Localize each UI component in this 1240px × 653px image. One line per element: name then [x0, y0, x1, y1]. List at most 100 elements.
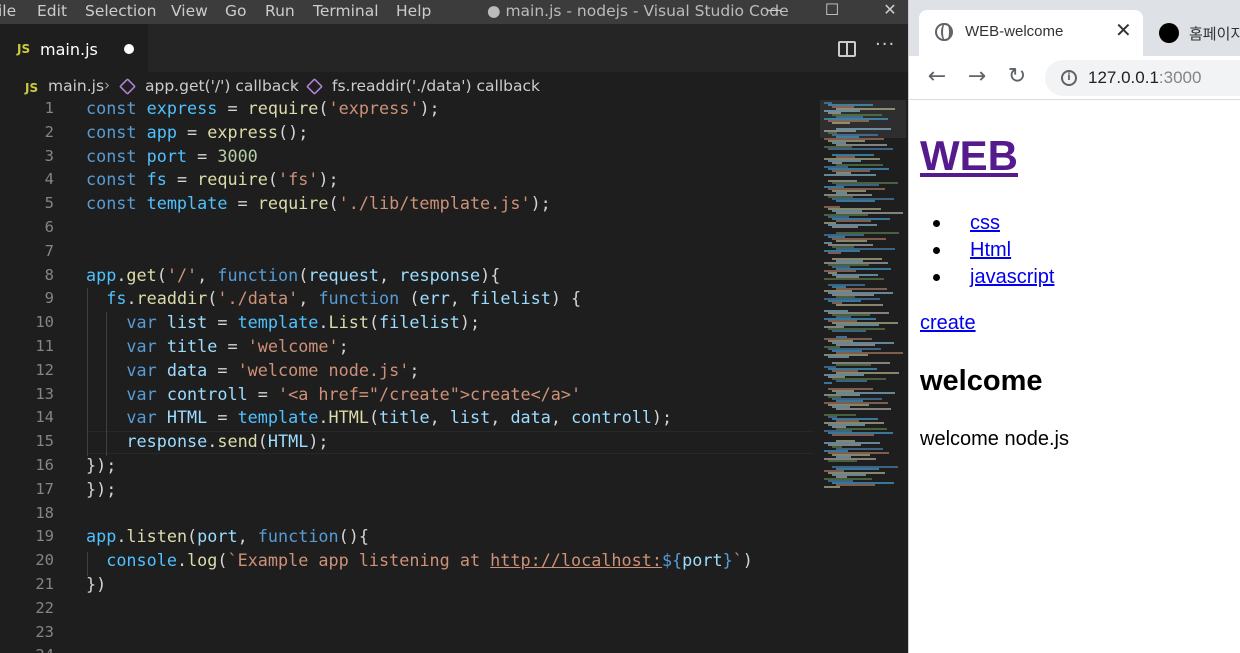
code-token: }); — [86, 478, 117, 499]
code-token: template — [146, 193, 228, 214]
split-editor-icon[interactable] — [838, 41, 856, 57]
unsaved-dot-icon[interactable] — [124, 44, 134, 54]
code-token: ( — [368, 312, 380, 333]
globe-icon — [935, 23, 953, 41]
more-actions-icon[interactable]: ··· — [875, 34, 895, 55]
back-icon[interactable]: ← — [923, 64, 951, 92]
code-token: var — [126, 336, 167, 356]
code-token: title — [166, 336, 218, 356]
code-token: readdir — [136, 288, 208, 309]
code-token: , — [379, 264, 400, 285]
line-number: 24 — [0, 643, 54, 653]
menu-file[interactable]: ile — [0, 1, 16, 23]
code-text: app.listen(port, function(){ — [86, 524, 369, 548]
reload-icon[interactable]: ↻ — [1003, 64, 1031, 92]
code-token: ) { — [550, 288, 582, 309]
line-number: 4 — [44, 170, 54, 189]
info-icon[interactable]: i — [1061, 70, 1077, 86]
code-token: express — [146, 98, 218, 118]
menu-help[interactable]: Help — [396, 1, 431, 23]
page-title-link[interactable]: WEB — [920, 132, 1018, 180]
code-token: const — [86, 121, 147, 142]
code-token: express — [207, 121, 278, 142]
code-token: ${ — [661, 550, 683, 571]
browser-tab-2-title[interactable]: 홈페이지 — [1189, 23, 1240, 44]
minimap[interactable] — [820, 96, 908, 653]
link-html[interactable]: Html — [970, 239, 1011, 261]
code-text: const express = require('express'); — [86, 96, 440, 120]
code-token: . — [207, 431, 218, 452]
minimap-line — [828, 252, 841, 254]
close-button[interactable]: ✕ — [870, 0, 908, 24]
code-token: ); — [308, 431, 329, 452]
code-text: app.get('/', function(request, response)… — [86, 263, 500, 287]
breadcrumb-file[interactable]: main.js — [48, 77, 104, 95]
forward-icon[interactable]: → — [963, 64, 991, 92]
code-token: fs — [106, 288, 127, 309]
url-host: 127.0.0.1 — [1088, 68, 1159, 87]
code-line: 20 console.log(`Example app listening at… — [0, 548, 820, 572]
menu-edit[interactable]: Edit — [37, 1, 67, 23]
minimap-line — [836, 380, 867, 382]
code-token: data — [510, 407, 551, 428]
code-token: . — [116, 264, 127, 285]
code-token: ( — [298, 264, 309, 285]
code-token: send — [217, 431, 258, 452]
code-token: . — [318, 407, 329, 428]
minimap-line — [836, 364, 871, 366]
menu-run[interactable]: Run — [265, 1, 295, 23]
minimap-line — [828, 148, 893, 150]
url-port: :3000 — [1158, 68, 1202, 87]
menu-view[interactable]: View — [171, 1, 208, 23]
tab-main-js[interactable]: JS main.js — [0, 24, 148, 72]
web-page: WEB css Html javascript create welcome w… — [909, 100, 1240, 653]
browser-toolbar: ← → ↻ i 127.0.0.1:3000 — [909, 56, 1240, 100]
minimap-line — [836, 304, 883, 306]
line-number: 10 — [35, 313, 54, 332]
code-token: function — [217, 264, 299, 285]
code-text: const template = require('./lib/template… — [86, 191, 551, 215]
code-token: app — [146, 121, 177, 142]
code-token: ; — [338, 336, 349, 356]
maximize-button[interactable]: ☐ — [812, 0, 852, 24]
breadcrumb-scope-1[interactable]: app.get('/') callback — [145, 77, 299, 95]
create-link[interactable]: create — [920, 312, 976, 335]
line-number: 6 — [44, 218, 54, 236]
close-tab-icon[interactable]: ✕ — [1115, 18, 1132, 42]
code-line: 17}); — [0, 477, 820, 501]
breadcrumb-scope-2[interactable]: fs.readdir('./data') callback — [332, 77, 540, 95]
code-editor[interactable]: 1 const express = require('express'); 2 con… — [0, 96, 820, 653]
code-token: function — [318, 288, 400, 309]
window-title: ● main.js - nodejs - Visual Studio Code — [487, 2, 789, 20]
minimap-line — [828, 460, 857, 462]
link-css[interactable]: css — [970, 212, 1000, 234]
line-number: 11 — [35, 337, 54, 355]
code-token: const — [86, 193, 147, 214]
menu-terminal[interactable]: Terminal — [313, 1, 379, 23]
code-line: 13 var controll = '<a href="/create">cre… — [0, 382, 820, 406]
line-number: 14 — [35, 408, 54, 427]
menu-selection[interactable]: Selection — [85, 1, 156, 23]
minimap-line — [836, 344, 875, 346]
code-line: 8 app.get('/', function(request, response… — [0, 263, 820, 287]
menu-go[interactable]: Go — [225, 1, 247, 23]
address-bar[interactable]: i 127.0.0.1:3000 — [1045, 60, 1240, 96]
code-token: ( — [156, 264, 167, 285]
code-line: 5 const template = require('./lib/templat… — [0, 191, 820, 215]
code-token: console — [106, 550, 177, 571]
link-javascript[interactable]: javascript — [970, 266, 1054, 288]
minimize-button[interactable]: — — [754, 0, 794, 24]
code-token: var — [126, 359, 167, 380]
url-text[interactable]: 127.0.0.1:3000 — [1088, 68, 1201, 88]
code-line: 22 — [0, 596, 820, 620]
code-token: get — [126, 264, 157, 285]
code-token: ( — [318, 98, 329, 118]
minimap-line — [832, 122, 850, 124]
line-number: 1 — [44, 99, 54, 117]
browser-tab-web-welcome[interactable]: WEB-welcome ✕ — [919, 10, 1143, 56]
code-token: = — [217, 98, 248, 118]
code-token: `Example app listening at — [227, 550, 491, 571]
